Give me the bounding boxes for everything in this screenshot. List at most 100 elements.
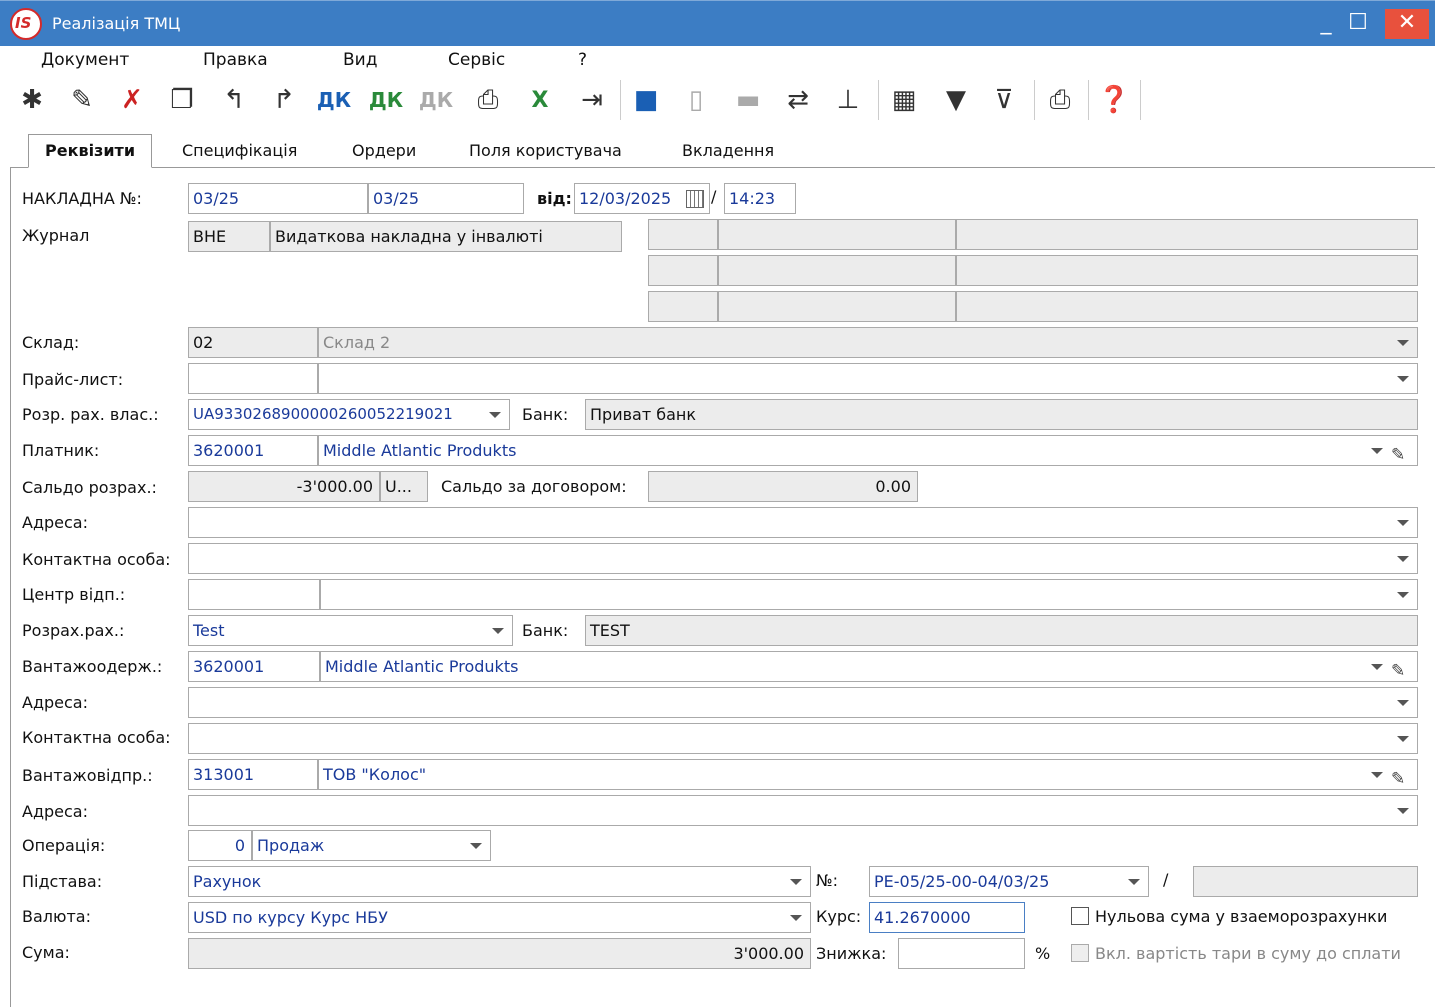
printer-icon[interactable]: ⎙ [1042,82,1078,118]
contact-select[interactable] [188,543,1418,574]
warehouse-select[interactable]: Склад 2 [318,327,1418,358]
clear-filter-icon[interactable]: ⊽ [986,82,1022,118]
shipper-label: Вантажовідпр.: [22,766,153,785]
rate-input[interactable]: 41.2670000 [869,902,1025,933]
tare-checkbox[interactable] [1071,944,1089,962]
menu-service[interactable]: Сервіс [448,50,505,70]
grid-icon[interactable]: ▦ [886,82,922,118]
contract-balance-field: 0.00 [648,471,918,502]
chevron-down-icon[interactable] [1397,592,1409,598]
address2-select[interactable] [188,687,1418,718]
chevron-down-icon[interactable] [790,879,802,885]
redo-icon[interactable]: ↱ [266,82,302,118]
chevron-down-icon[interactable] [492,628,504,634]
chevron-down-icon[interactable] [1397,520,1409,526]
print-preview-icon[interactable]: ⎙ [470,82,506,118]
operation-code-input[interactable]: 0 [188,830,252,861]
tab-requisites[interactable]: Реквізити [28,134,153,168]
address-select[interactable] [188,507,1418,538]
address3-select[interactable] [188,795,1418,826]
tree-icon[interactable]: ⊥ [830,82,866,118]
toolbar: ✱ ✎ ✗ ❐ ↰ ↱ ДК ДК ДК ⎙ X ⇥ ■ ▯ ▬ ⇄ ⊥ ▦ ▼… [0,76,1435,124]
center-select[interactable] [320,579,1418,610]
shipper-code-input[interactable]: 313001 [188,759,318,790]
menu-document[interactable]: Документ [41,50,129,70]
calendar-icon[interactable] [686,190,704,208]
consignee-select[interactable]: Middle Atlantic Produkts ✎ [320,651,1418,682]
address-label: Адреса: [22,513,88,532]
discount-input[interactable] [898,938,1025,969]
copy-icon[interactable]: ❐ [164,82,200,118]
shipper-select[interactable]: ТОВ "Колос" ✎ [318,759,1418,790]
add-new-icon[interactable]: ✱ [14,82,50,118]
chevron-down-icon[interactable] [1397,340,1409,346]
chevron-down-icon[interactable] [489,412,501,418]
dk-icon[interactable]: ДК [316,82,352,118]
date-input[interactable]: 12/03/2025 [574,183,710,214]
invoice-number-input[interactable]: 03/25 [188,183,368,214]
chevron-down-icon[interactable] [1397,700,1409,706]
maximize-button[interactable]: ☐ [1338,9,1378,39]
payer-code-input[interactable]: 3620001 [188,435,318,466]
pricelist-select[interactable] [318,363,1418,394]
center-code-input[interactable] [188,579,320,610]
currency-select[interactable]: USD по курсу Курс НБУ [188,902,811,933]
dk-green-icon[interactable]: ДК [368,82,404,118]
percent-label: % [1035,944,1051,963]
edit-icon[interactable]: ✎ [64,82,100,118]
close-button[interactable]: ✕ [1385,9,1429,39]
basis-select[interactable]: Рахунок [188,866,811,897]
tab-orders[interactable]: Ордери [352,135,416,167]
delete-icon[interactable]: ✗ [114,82,150,118]
basis-number-label: №: [816,871,839,890]
basis-number-select[interactable]: РЕ-05/25-00-04/03/25 [869,866,1149,897]
chevron-down-icon[interactable] [470,843,482,849]
undo-icon[interactable]: ↰ [216,82,252,118]
bank-field: Приват банк [585,399,1418,430]
address3-label: Адреса: [22,802,88,821]
filter-icon[interactable]: ▼ [938,82,974,118]
menu-view[interactable]: Вид [343,50,377,70]
book-icon[interactable]: ▯ [678,82,714,118]
operation-label: Операція: [22,836,106,855]
menu-help[interactable]: ? [578,50,587,70]
zero-sum-checkbox[interactable] [1071,907,1089,925]
excel-export-icon[interactable]: X [522,82,558,118]
chevron-down-icon[interactable] [1397,808,1409,814]
invoice-number2-input[interactable]: 03/25 [368,183,524,214]
tare-label: Вкл. вартість тари в суму до сплати [1095,944,1401,963]
help-icon[interactable]: ❓ [1096,82,1132,118]
chevron-down-icon[interactable] [1397,556,1409,562]
calc-account-select[interactable]: Test [188,615,513,646]
folder-icon[interactable]: ▬ [730,82,766,118]
chevron-down-icon[interactable] [1397,376,1409,382]
payer-select[interactable]: Middle Atlantic Produkts ✎ [318,435,1418,466]
consignee-code-input[interactable]: 3620001 [188,651,320,682]
app-logo-icon: IS [10,8,42,40]
chevron-down-icon[interactable] [1397,736,1409,742]
pencil-icon[interactable]: ✎ [1391,657,1405,681]
chevron-down-icon[interactable] [1371,664,1383,670]
window-title: Реалізація ТМЦ [52,14,181,33]
chevron-down-icon[interactable] [1128,879,1140,885]
tab-user-fields[interactable]: Поля користувача [469,135,622,167]
dk-gray-icon[interactable]: ДК [418,82,454,118]
contact2-select[interactable] [188,723,1418,754]
chevron-down-icon[interactable] [1371,772,1383,778]
time-input[interactable]: 14:23 [724,183,796,214]
chevron-down-icon[interactable] [1371,448,1383,454]
tab-attachments[interactable]: Вкладення [682,135,774,167]
chevron-down-icon[interactable] [790,915,802,921]
menu-edit[interactable]: Правка [203,50,268,70]
exit-icon[interactable]: ⇥ [574,82,610,118]
transfer-icon[interactable]: ⇄ [780,82,816,118]
save-icon[interactable]: ■ [628,82,664,118]
account-select[interactable]: UA933026890000026005221902​1 [188,399,510,430]
pricelist-code-input[interactable] [188,363,318,394]
pencil-icon[interactable]: ✎ [1391,765,1405,789]
pencil-icon[interactable]: ✎ [1391,441,1405,465]
basis-extra-field [1193,866,1418,897]
operation-select[interactable]: Продаж [252,830,491,861]
tab-specification[interactable]: Специфікація [182,135,297,167]
extra-field [956,219,1418,250]
